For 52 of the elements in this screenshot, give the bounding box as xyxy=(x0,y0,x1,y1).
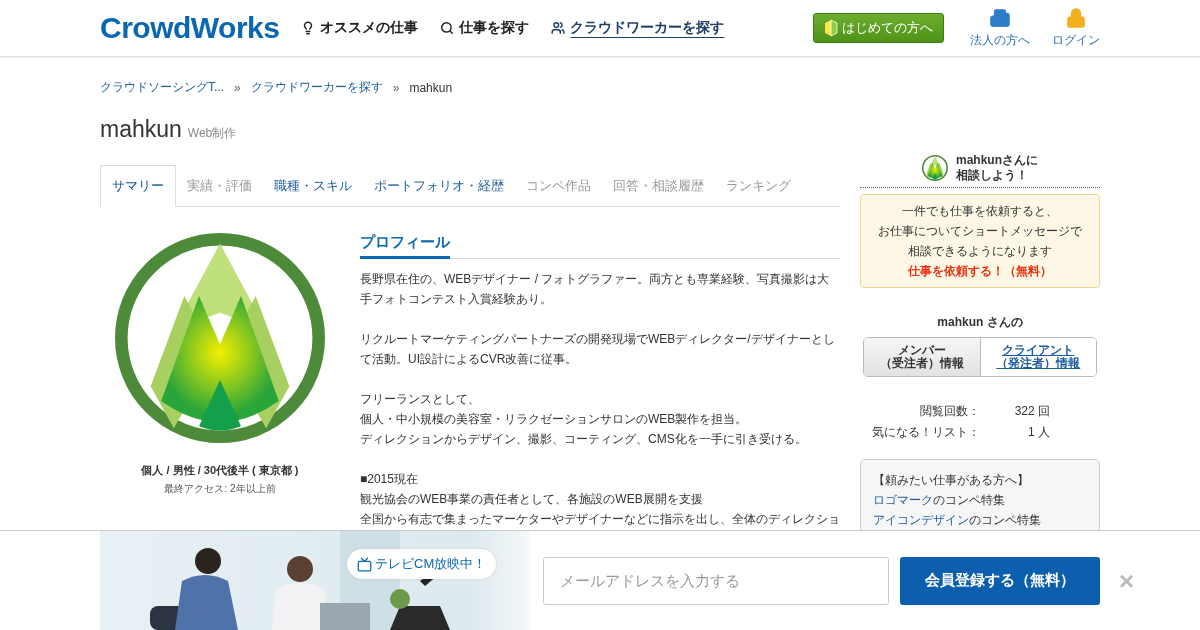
site-logo[interactable]: CrowdWorks xyxy=(100,11,280,45)
breadcrumb-link[interactable]: クラウドワーカーを探す xyxy=(250,79,383,96)
breadcrumb-separator: » xyxy=(234,80,241,95)
consult-title: mahkunさんに 相談しよう！ xyxy=(956,153,1038,183)
last-access: 最終アクセス: 2年以上前 xyxy=(164,482,276,496)
notice-text: 一件でも仕事を依頼すると、 xyxy=(901,203,1059,220)
breadcrumb-separator: » xyxy=(392,80,400,95)
profile-tab[interactable]: ポートフォリオ・経歴 xyxy=(363,165,515,206)
email-field[interactable]: メールアドレスを入力する xyxy=(543,556,889,605)
profile-text: ■2015現在 xyxy=(360,471,419,488)
info-tab[interactable]: クライアント （発注者）情報 xyxy=(979,338,1096,376)
signup-button[interactable]: 会員登録する（無料） xyxy=(900,556,1100,605)
stat-value: 1 人 xyxy=(1027,424,1050,441)
breadcrumb-link[interactable]: クラウドソーシングT... xyxy=(100,79,224,96)
user-attributes: 個人 / 男性 / 30代後半 ( 東京都 ) xyxy=(141,463,299,478)
profile-text: フリーランスとして、 xyxy=(360,391,481,408)
profile-text: 長野県在住の、WEBデザイナー / フォトグラファー。両方とも専業経験、写真撮影は大手フォトコンテスト入賞経験あり。 xyxy=(360,271,831,308)
profile-text: ディレクションからデザイン、撮影、コーティング、CMS化を一手に引き受ける。 xyxy=(360,431,808,448)
tv-cm-badge: テレビCM放映中！ xyxy=(347,549,497,579)
stat-label: 気になる！リスト： xyxy=(871,424,980,441)
profile-tab[interactable]: 職種・スキル xyxy=(263,165,363,206)
section-title: プロフィール xyxy=(360,233,450,259)
profile-tab[interactable]: サマリー xyxy=(100,165,176,207)
feature-link[interactable]: ロゴマーク xyxy=(873,493,933,507)
nav-link[interactable]: オススメの仕事 xyxy=(301,19,419,37)
current-page-text: mahkun xyxy=(409,80,453,95)
people-icon xyxy=(551,21,566,35)
feature-link[interactable]: アイコンデザイン xyxy=(873,513,969,527)
info-tab[interactable]: メンバー （受注者）情報 xyxy=(864,338,980,376)
features-title: 【頼みたい仕事がある方へ】 xyxy=(873,472,1030,489)
stat-value: 322 回 xyxy=(1013,403,1050,420)
profile-text: リクルートマーケティングパートナーズの開発現場でWEBディレクター/デザイナーとして活動。UI設計によるCVR改善に従事。 xyxy=(360,331,836,368)
header-link[interactable]: 法人の方へ xyxy=(970,7,1030,49)
user-name: mahkun xyxy=(100,116,182,143)
profile-text: 個人・中小規模の美容室・リラクゼーションサロンのWEB製作を担当。 xyxy=(360,411,749,428)
info-title: mahkun さんの xyxy=(936,314,1024,331)
nav-link[interactable]: 仕事を探す xyxy=(440,19,530,37)
user-category: Web制作 xyxy=(187,125,237,142)
tv-icon xyxy=(357,556,372,572)
header-link[interactable]: ログイン xyxy=(1052,7,1100,49)
search-icon xyxy=(440,21,455,35)
request-link[interactable]: 仕事を依頼する！（無料） xyxy=(908,264,1052,278)
profile-text: 全国から有志で集まったマーケターやデザイナーなどに指示を出し、全体のディレクショ xyxy=(360,511,840,528)
lock-icon xyxy=(1065,7,1087,29)
feature-text: アイコンデザインのコンペ特集 xyxy=(873,512,1042,529)
avatar-icon xyxy=(922,155,948,181)
stat-label: 閲覧回数： xyxy=(919,403,980,420)
nav-link[interactable]: クラウドワーカーを探す xyxy=(551,19,725,37)
profile-text: 観光協会のWEB事業の責任者として、各施設のWEB展開を支援 xyxy=(360,491,704,508)
feature-text: ロゴマークのコンペ特集 xyxy=(873,492,1006,509)
notice-text: お仕事についてショートメッセージで xyxy=(877,223,1083,240)
notice-text: 相談できるようになります xyxy=(907,243,1053,260)
